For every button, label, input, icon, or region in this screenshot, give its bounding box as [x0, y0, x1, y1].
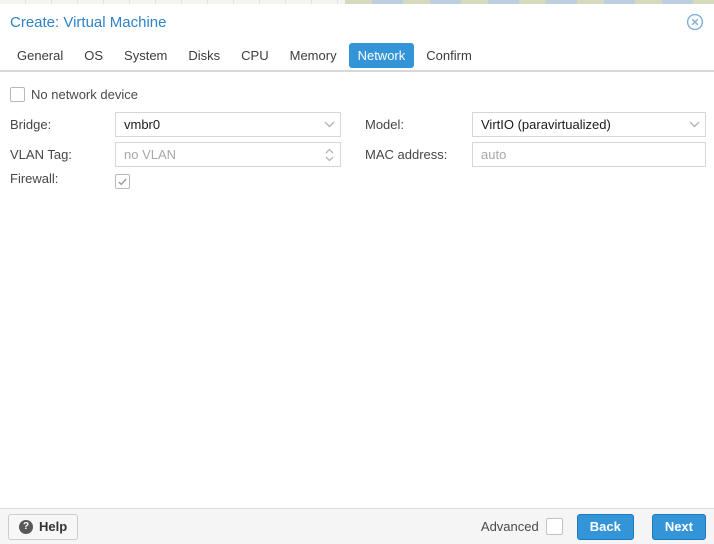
- tab-network[interactable]: Network: [348, 42, 415, 68]
- mac-address-input[interactable]: [472, 142, 706, 167]
- tab-general[interactable]: General: [8, 43, 72, 68]
- help-button[interactable]: Help: [8, 513, 79, 540]
- network-tab-panel: No network device Bridge: Model: VLAN Ta…: [0, 74, 714, 508]
- wizard-tabbar: General OS System Disks CPU Memory Netwo…: [0, 40, 714, 72]
- vlan-tag-input[interactable]: [115, 142, 341, 167]
- advanced-checkbox[interactable]: [545, 518, 563, 535]
- model-label: Model:: [365, 117, 405, 132]
- mac-address-label: MAC address:: [365, 147, 448, 162]
- vlan-tag-label: VLAN Tag:: [10, 147, 72, 162]
- no-network-device-checkbox[interactable]: [10, 87, 25, 102]
- chevron-down-icon[interactable]: [318, 113, 340, 136]
- dialog-title: Create: Virtual Machine: [10, 13, 167, 31]
- bridge-input[interactable]: [115, 112, 341, 137]
- tab-system[interactable]: System: [115, 43, 176, 68]
- chevron-down-icon[interactable]: [683, 113, 705, 136]
- firewall-label: Firewall:: [10, 171, 59, 186]
- mac-address-field: [472, 142, 706, 167]
- model-input[interactable]: [472, 112, 706, 137]
- model-combo: [472, 112, 706, 137]
- create-vm-dialog: Create: Virtual Machine General OS Syste…: [0, 4, 714, 544]
- dialog-footer: Help Advanced Back Next: [0, 508, 714, 544]
- dialog-header: Create: Virtual Machine: [0, 4, 714, 40]
- advanced-label: Advanced: [480, 519, 539, 534]
- back-button[interactable]: Back: [576, 513, 634, 540]
- close-icon[interactable]: [686, 13, 704, 31]
- help-icon: [19, 519, 33, 534]
- bridge-combo: [115, 112, 341, 137]
- no-network-device-label: No network device: [31, 87, 138, 102]
- tab-disks[interactable]: Disks: [179, 43, 229, 68]
- spinner-up-down-icon[interactable]: [318, 143, 340, 166]
- next-button[interactable]: Next: [651, 513, 706, 540]
- tab-cpu[interactable]: CPU: [232, 43, 277, 68]
- tab-memory[interactable]: Memory: [281, 43, 346, 68]
- help-label: Help: [39, 519, 68, 534]
- screen: Create: Virtual Machine General OS Syste…: [0, 0, 714, 544]
- vlan-tag-spinner: [115, 142, 341, 167]
- tab-os[interactable]: OS: [75, 43, 112, 68]
- bridge-label: Bridge:: [10, 117, 52, 132]
- firewall-checkbox[interactable]: [115, 174, 130, 189]
- tab-confirm[interactable]: Confirm: [417, 43, 481, 68]
